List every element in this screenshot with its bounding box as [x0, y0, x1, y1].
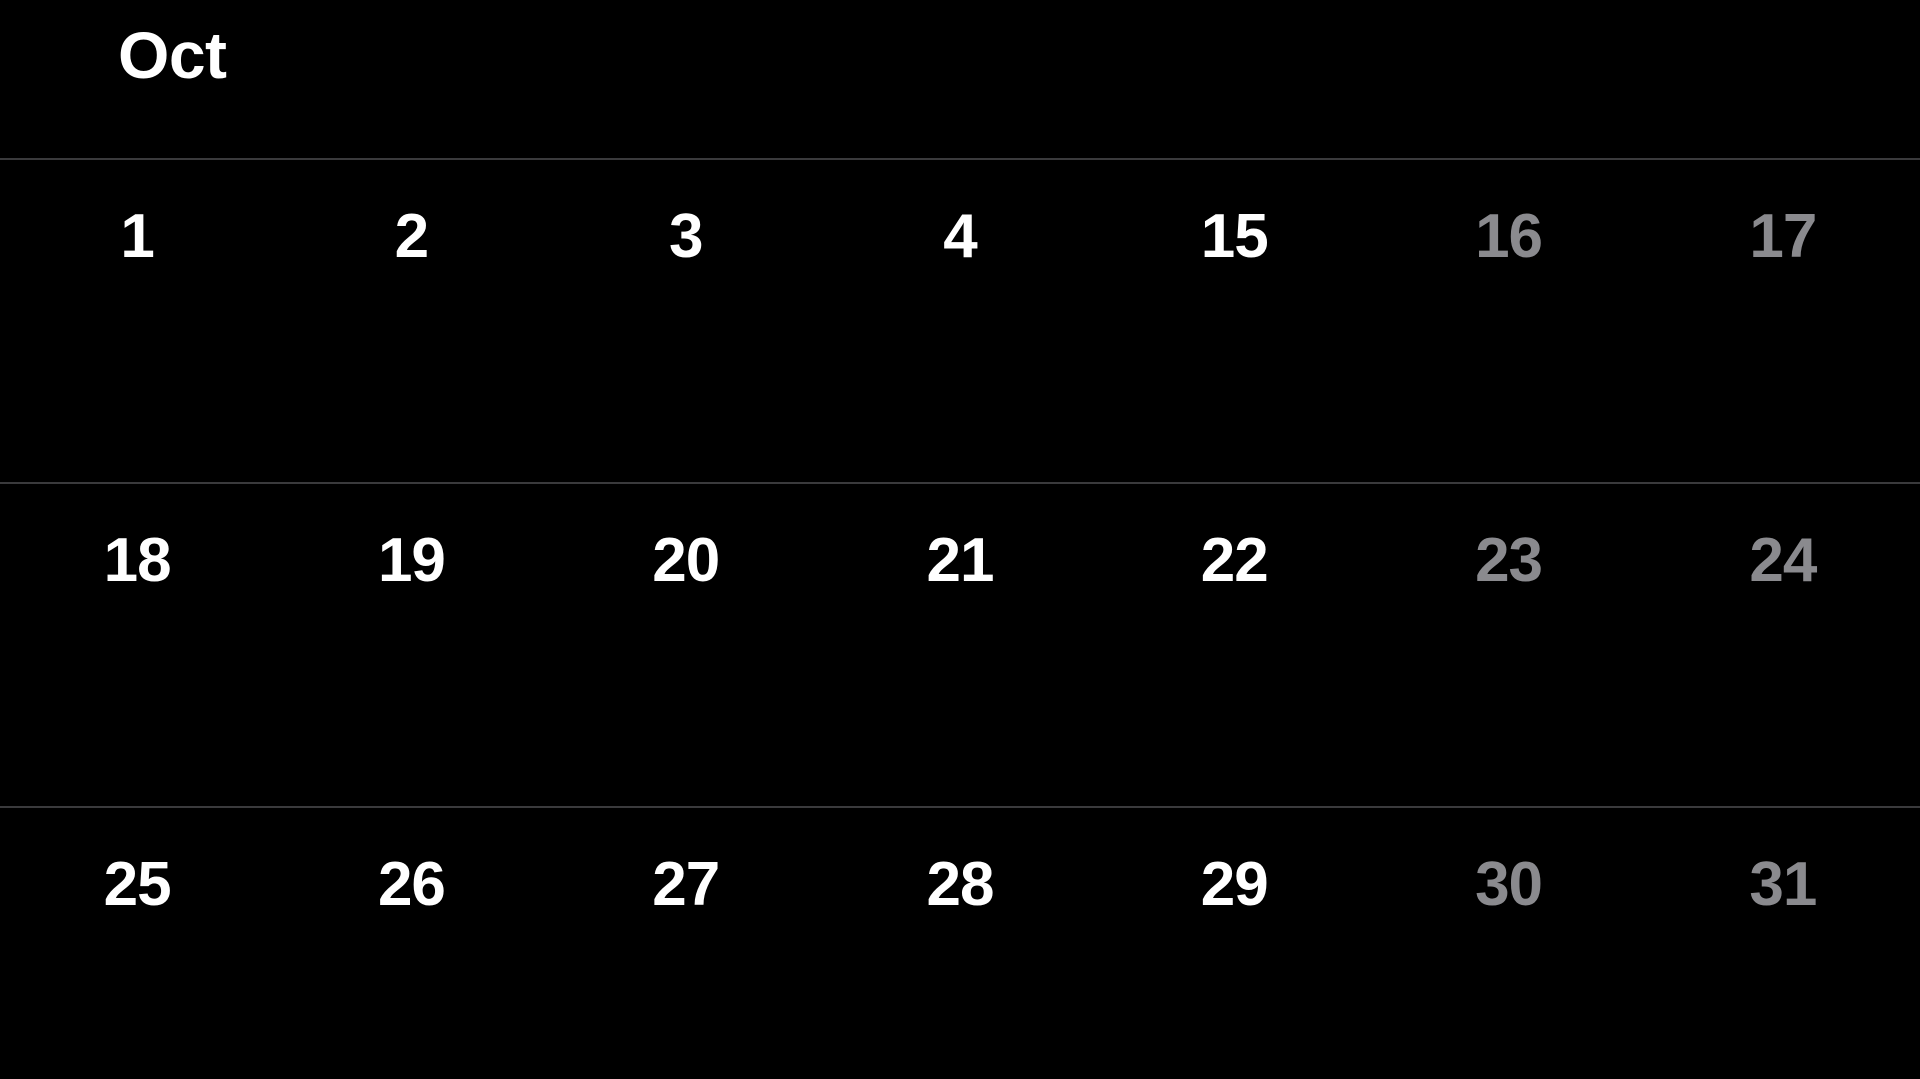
day-cell[interactable]: 18 — [0, 484, 274, 806]
day-cell[interactable]: 24 — [1646, 484, 1920, 806]
day-number: 29 — [1200, 850, 1269, 919]
day-number: 24 — [1749, 526, 1817, 595]
day-number: 17 — [1749, 202, 1817, 271]
day-cell[interactable]: 19 — [274, 484, 548, 806]
day-number: 19 — [377, 526, 446, 595]
day-cell[interactable]: 22 — [1097, 484, 1371, 806]
day-cell[interactable]: 27 — [549, 808, 823, 1076]
day-cell[interactable]: 21 — [823, 484, 1097, 806]
day-number: 25 — [103, 850, 172, 919]
day-cell[interactable]: 30 — [1371, 808, 1645, 1076]
day-number: 1 — [120, 202, 154, 271]
week-row: 25 26 27 28 29 30 31 — [0, 808, 1920, 1076]
day-number: 15 — [1200, 202, 1269, 271]
day-number: 21 — [926, 526, 995, 595]
day-number: 3 — [668, 202, 703, 271]
day-cell[interactable]: 1 — [0, 160, 274, 482]
day-number: 18 — [103, 526, 172, 595]
day-cell[interactable]: 20 — [549, 484, 823, 806]
calendar-month-view: Oct 1 2 3 4 15 16 17 18 19 20 21 22 23 2… — [0, 0, 1920, 1079]
day-number: 23 — [1475, 526, 1543, 595]
day-cell[interactable]: 26 — [274, 808, 548, 1076]
day-number: 30 — [1475, 850, 1543, 919]
day-number: 31 — [1749, 850, 1817, 919]
day-cell[interactable]: 3 — [549, 160, 823, 482]
day-cell[interactable]: 23 — [1371, 484, 1645, 806]
day-number: 2 — [394, 202, 429, 271]
week-row: 1 2 3 4 15 16 17 — [0, 160, 1920, 482]
day-number: 27 — [652, 850, 720, 919]
day-cell[interactable]: 16 — [1371, 160, 1645, 482]
day-cell[interactable]: 31 — [1646, 808, 1920, 1076]
day-number: 16 — [1475, 202, 1543, 271]
day-cell[interactable]: 28 — [823, 808, 1097, 1076]
day-cell[interactable]: 17 — [1646, 160, 1920, 482]
day-cell[interactable]: 25 — [0, 808, 274, 1076]
day-number: 28 — [926, 850, 995, 919]
month-label: Oct — [118, 18, 227, 92]
day-number: 22 — [1200, 526, 1269, 595]
day-cell[interactable]: 2 — [274, 160, 548, 482]
day-cell[interactable]: 29 — [1097, 808, 1371, 1076]
day-number: 4 — [943, 202, 977, 271]
month-header: Oct — [0, 0, 1920, 158]
day-number: 20 — [652, 526, 720, 595]
day-cell[interactable]: 4 — [823, 160, 1097, 482]
week-row: 18 19 20 21 22 23 24 — [0, 484, 1920, 806]
day-cell[interactable]: 15 — [1097, 160, 1371, 482]
day-number: 26 — [377, 850, 446, 919]
